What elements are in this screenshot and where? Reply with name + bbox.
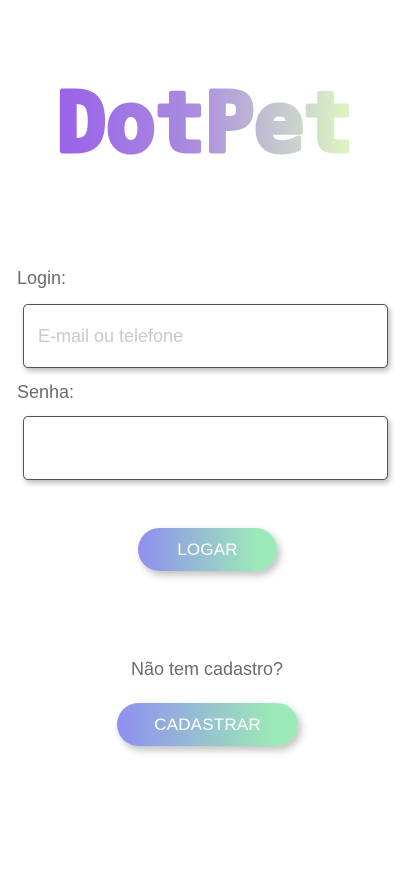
login-input[interactable] bbox=[23, 304, 388, 368]
login-screen: DotPet Login: Senha: LOGAR Não tem cadas… bbox=[0, 0, 414, 896]
password-label: Senha: bbox=[17, 382, 75, 402]
login-button[interactable]: LOGAR bbox=[138, 528, 277, 571]
login-label: Login: bbox=[17, 268, 67, 288]
logo-text: DotPet bbox=[57, 78, 353, 168]
password-input[interactable] bbox=[23, 416, 388, 480]
register-button[interactable]: CADASTRAR bbox=[117, 703, 298, 746]
logo-wordmark: DotPet bbox=[54, 78, 355, 168]
register-prompt: Não tem cadastro? bbox=[130, 659, 284, 679]
app-logo: DotPet bbox=[0, 78, 414, 168]
